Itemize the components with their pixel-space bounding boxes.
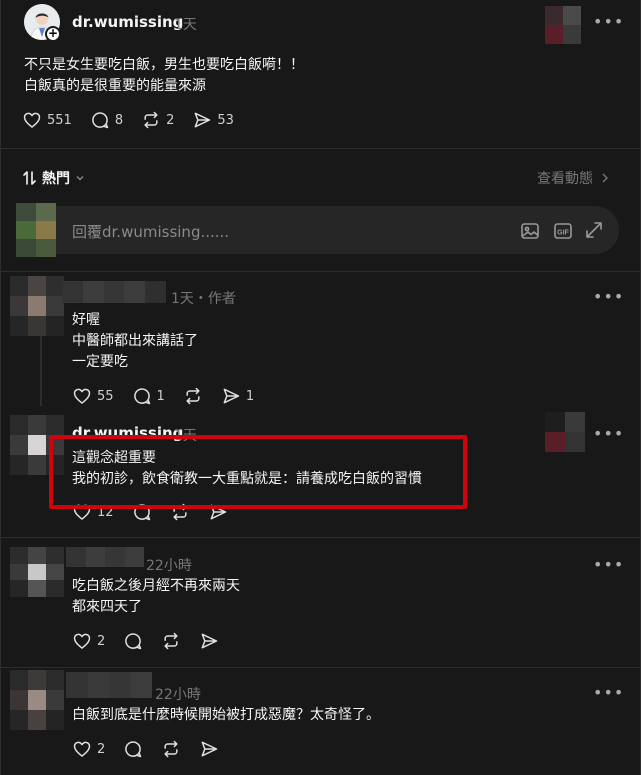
like-button[interactable]: 55: [72, 386, 114, 406]
blurred-username: [66, 672, 152, 698]
my-avatar-blurred: [16, 203, 56, 257]
share-button[interactable]: 53: [192, 110, 234, 130]
like-count: 55: [97, 388, 114, 404]
comment-text-line-2: 都來四天了: [72, 599, 142, 615]
chevron-right-icon: [602, 173, 608, 183]
commenter-avatar-blurred: [10, 547, 64, 597]
comment-time: 1天・作者: [171, 291, 236, 307]
sort-label: 熱門: [42, 171, 70, 187]
divider: [0, 667, 641, 668]
like-button[interactable]: 2: [72, 739, 105, 759]
comment-time: 22小時: [155, 687, 201, 703]
divider: [0, 271, 641, 272]
blurred-image: [545, 412, 585, 452]
comment-bubble-icon: [133, 388, 150, 405]
post-actions: 551 8 2 53: [22, 110, 252, 130]
comment-button[interactable]: 1: [132, 386, 165, 406]
more-options-icon[interactable]: •••: [593, 683, 624, 702]
chevron-down-icon: [76, 176, 84, 181]
post-text-line-2: 白飯真的是很重要的能量來源: [24, 78, 206, 94]
comment-actions: 2: [72, 739, 237, 759]
repost-button[interactable]: [161, 739, 181, 759]
comment-bubble-icon: [125, 633, 142, 650]
thread-line: [40, 336, 42, 406]
send-icon: [201, 741, 218, 757]
blurred-image: [545, 6, 581, 44]
more-options-icon[interactable]: •••: [593, 12, 624, 31]
post-author-name[interactable]: dr.wumissing: [72, 13, 183, 31]
view-activity-label: 查看動態: [537, 171, 593, 187]
comment-text-line-1: 白飯到底是什麼時候開始被打成惡魔？太奇怪了。: [72, 707, 380, 723]
like-count: 551: [47, 112, 72, 128]
expand-icon[interactable]: [584, 220, 604, 240]
heart-icon: [73, 388, 91, 404]
more-options-icon[interactable]: •••: [593, 287, 624, 306]
repost-icon: [144, 111, 158, 129]
comment-button[interactable]: 8: [90, 110, 123, 130]
share-count: 53: [217, 112, 234, 128]
heart-icon: [73, 633, 91, 649]
gif-icon[interactable]: GIF: [553, 221, 573, 241]
repost-icon: [164, 632, 178, 650]
comment-bubble-icon: [125, 741, 142, 758]
blurred-username: [62, 281, 166, 303]
sort-dropdown[interactable]: 熱門: [22, 168, 86, 188]
comment-text-line-1: 好喔: [72, 312, 100, 328]
comment-actions: 2: [72, 631, 237, 651]
blurred-username: [66, 547, 144, 567]
share-button[interactable]: 1: [221, 386, 254, 406]
repost-button[interactable]: [161, 631, 181, 651]
comment-text-line-1: 吃白飯之後月經不再來兩天: [72, 578, 240, 594]
comment-count: 8: [114, 112, 124, 128]
comment-bubble-icon: [92, 112, 109, 129]
like-button[interactable]: 2: [72, 631, 105, 651]
post-time: 1天: [174, 17, 197, 33]
heart-icon: [23, 112, 41, 128]
more-options-icon[interactable]: •••: [593, 555, 624, 574]
repost-count: 2: [166, 112, 175, 128]
repost-button[interactable]: [183, 386, 203, 406]
view-activity-link[interactable]: 查看動態: [537, 168, 611, 188]
comment-count: 1: [156, 388, 165, 404]
repost-icon: [186, 387, 200, 405]
like-button[interactable]: 551: [22, 110, 72, 130]
comment-button[interactable]: [123, 739, 143, 759]
like-count: 2: [97, 633, 106, 649]
divider: [0, 148, 641, 149]
highlight-box: [49, 435, 467, 509]
share-count: 1: [245, 388, 255, 404]
more-options-icon[interactable]: •••: [593, 424, 624, 443]
like-count: 2: [97, 741, 106, 757]
share-button[interactable]: [199, 739, 219, 759]
heart-icon: [73, 741, 91, 757]
sort-arrows-icon: [23, 171, 36, 185]
commenter-avatar-blurred: [10, 670, 64, 730]
share-button[interactable]: [199, 631, 219, 651]
send-icon: [194, 112, 211, 128]
repost-icon: [164, 740, 178, 758]
follow-plus-button[interactable]: +: [45, 26, 61, 42]
post-text-line-1: 不只是女生要吃白飯，男生也要吃白飯嗬！！: [24, 57, 304, 73]
repost-button[interactable]: 2: [141, 110, 174, 130]
comment-button[interactable]: [123, 631, 143, 651]
image-icon[interactable]: [520, 221, 540, 241]
reply-placeholder: 回覆dr.wumissing......: [72, 223, 230, 241]
comment-actions: 55 1 1: [72, 386, 272, 406]
comment-text-line-3: 一定要吃: [72, 354, 128, 370]
comment-time: 22小時: [146, 558, 192, 574]
divider: [0, 537, 641, 538]
commenter-avatar-blurred: [10, 276, 64, 336]
svg-text:GIF: GIF: [557, 230, 569, 237]
send-icon: [223, 388, 240, 404]
comment-text-line-2: 中醫師都出來講話了: [72, 333, 198, 349]
send-icon: [201, 633, 218, 649]
